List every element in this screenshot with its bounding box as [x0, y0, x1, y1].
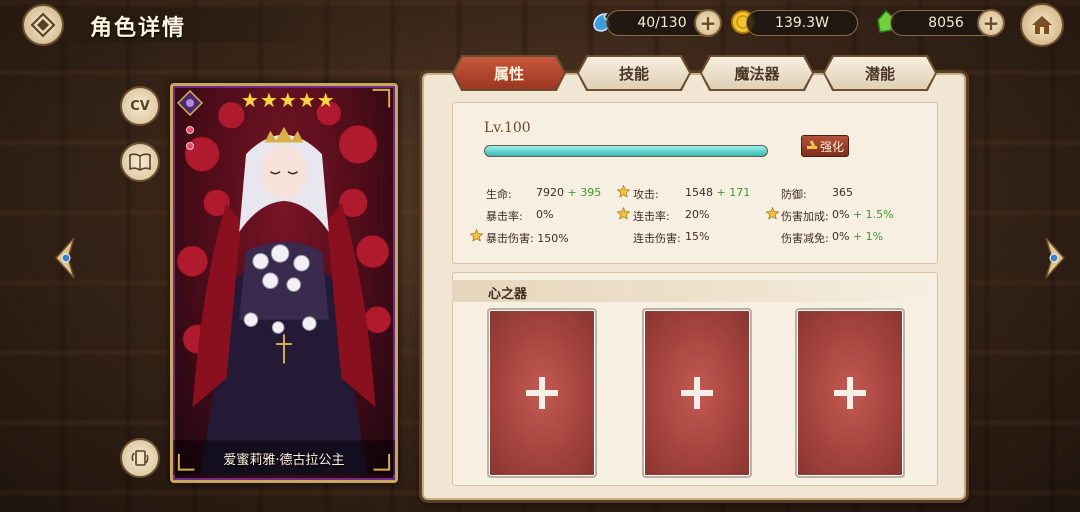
character-name: 爱蜜莉雅·德古拉公主	[223, 453, 345, 468]
gold-counter: 139.3W	[746, 10, 858, 36]
stat-value: 15%	[685, 230, 710, 243]
tab-label: 技能	[618, 64, 649, 83]
swap-card-button[interactable]	[120, 438, 160, 478]
stat-value: 150%	[537, 232, 569, 245]
stat-damage-bonus: 伤害加成:	[781, 208, 829, 224]
star-icon: ★	[297, 88, 316, 112]
voice-button[interactable]: CV	[120, 86, 160, 126]
back-diamond-icon	[30, 12, 56, 38]
enhance-button[interactable]: 强化	[801, 135, 849, 157]
tab-magic-item[interactable]: 魔法器	[702, 57, 812, 89]
bonus-star-icon	[470, 229, 483, 242]
heart-slot-2[interactable]	[642, 308, 752, 478]
hammer-icon	[806, 140, 817, 149]
profile-book-button[interactable]	[120, 142, 160, 182]
stat-label: 攻击:	[633, 188, 659, 201]
stat-label: 暴击率:	[486, 210, 523, 223]
stat-combo-damage: 连击伤害:	[633, 230, 681, 246]
stat-label: 伤害减免:	[781, 232, 829, 245]
tab-potential[interactable]: 潜能	[825, 57, 935, 89]
stat-label: 伤害加成:	[781, 210, 829, 223]
rotate-icon	[131, 450, 149, 466]
stat-bonus: + 1.5%	[852, 208, 894, 221]
stat-attack-value: 1548 + 171	[685, 186, 750, 199]
home-icon	[1032, 16, 1052, 34]
add-stamina-button[interactable]: +	[694, 9, 722, 37]
level-label: Lv.100	[484, 120, 531, 136]
add-plus-icon	[834, 377, 866, 409]
heart-slot-3[interactable]	[795, 308, 905, 478]
stat-label: 暴击伤害:	[486, 232, 534, 245]
previous-character-arrow-icon[interactable]	[50, 236, 80, 280]
next-character-arrow-icon[interactable]	[1040, 236, 1070, 280]
stat-value: 7920	[536, 186, 564, 199]
stat-crit-damage: 暴击伤害: 150%	[486, 230, 569, 246]
star-icon: ★	[241, 88, 259, 112]
stat-value: 0%	[832, 208, 850, 221]
stat-damage-bonus-value: 0% + 1.5%	[832, 208, 894, 221]
element-emblem-icon	[177, 90, 203, 116]
stat-value: 0%	[536, 208, 554, 221]
stamina-value: 40/130	[637, 15, 687, 31]
stat-label: 防御:	[781, 188, 807, 201]
cv-label: CV	[130, 98, 150, 114]
stat-damage-reduction-value: 0% + 1%	[832, 230, 883, 243]
stat-value: 0%	[832, 230, 850, 243]
star-icon: ★	[316, 88, 335, 112]
skill-gem-icon	[186, 126, 194, 134]
stat-hp-value: 7920 + 395	[536, 186, 601, 199]
star-icon: ★	[259, 88, 278, 112]
tab-attributes[interactable]: 属性	[454, 57, 564, 89]
add-gem-button[interactable]: +	[977, 9, 1005, 37]
tab-skills[interactable]: 技能	[579, 57, 689, 89]
stat-attack: 攻击:	[633, 186, 659, 202]
stat-label: 生命:	[486, 188, 512, 201]
stat-damage-reduction: 伤害减免:	[781, 230, 829, 246]
add-plus-icon	[681, 377, 713, 409]
stat-bonus: + 1%	[852, 230, 884, 243]
top-bar: 角色详情 40/130 + 139.3W 8056 +	[0, 0, 1080, 50]
character-portrait	[173, 88, 395, 476]
character-card[interactable]: ★ ★ ★ ★ ★ 爱蜜莉雅·德古拉公主	[170, 83, 398, 483]
stat-combo-rate: 连击率:	[633, 208, 670, 224]
bonus-star-icon	[766, 207, 779, 220]
book-icon	[129, 153, 151, 171]
stat-combo-damage-value: 15%	[685, 230, 709, 243]
stat-hp: 生命:	[486, 186, 512, 202]
level-progress-bar	[484, 145, 768, 157]
stat-value: 1548	[685, 186, 713, 199]
back-button[interactable]	[22, 4, 64, 46]
heart-slot-1[interactable]	[487, 308, 597, 478]
gem-value: 8056	[928, 15, 964, 31]
tab-label: 属性	[493, 64, 524, 83]
stat-bonus: + 171	[716, 186, 751, 199]
skill-gem-icon	[186, 142, 194, 150]
section-title: 心之器	[488, 287, 528, 302]
bonus-star-icon	[617, 207, 630, 220]
home-button[interactable]	[1020, 3, 1064, 47]
stat-defense: 防御:	[781, 186, 807, 202]
star-icon: ★	[278, 88, 297, 112]
gold-value: 139.3W	[775, 15, 829, 31]
stat-label: 连击率:	[633, 210, 670, 223]
add-plus-icon	[526, 377, 558, 409]
stat-crit-rate-value: 0%	[536, 208, 553, 221]
rarity-stars: ★ ★ ★ ★ ★	[241, 89, 335, 111]
stat-bonus: + 395	[567, 186, 602, 199]
stat-crit-rate: 暴击率:	[486, 208, 523, 224]
tab-label: 魔法器	[734, 64, 780, 83]
enhance-label: 强化	[819, 139, 844, 154]
bonus-star-icon	[617, 185, 630, 198]
level-progress-fill	[485, 146, 767, 156]
stat-defense-value: 365	[832, 186, 853, 199]
tab-label: 潜能	[864, 64, 895, 83]
stat-value: 365	[832, 186, 853, 199]
stat-combo-rate-value: 20%	[685, 208, 709, 221]
stat-value: 20%	[685, 208, 710, 221]
page-title: 角色详情	[90, 16, 187, 41]
stat-label: 连击伤害:	[633, 232, 681, 245]
